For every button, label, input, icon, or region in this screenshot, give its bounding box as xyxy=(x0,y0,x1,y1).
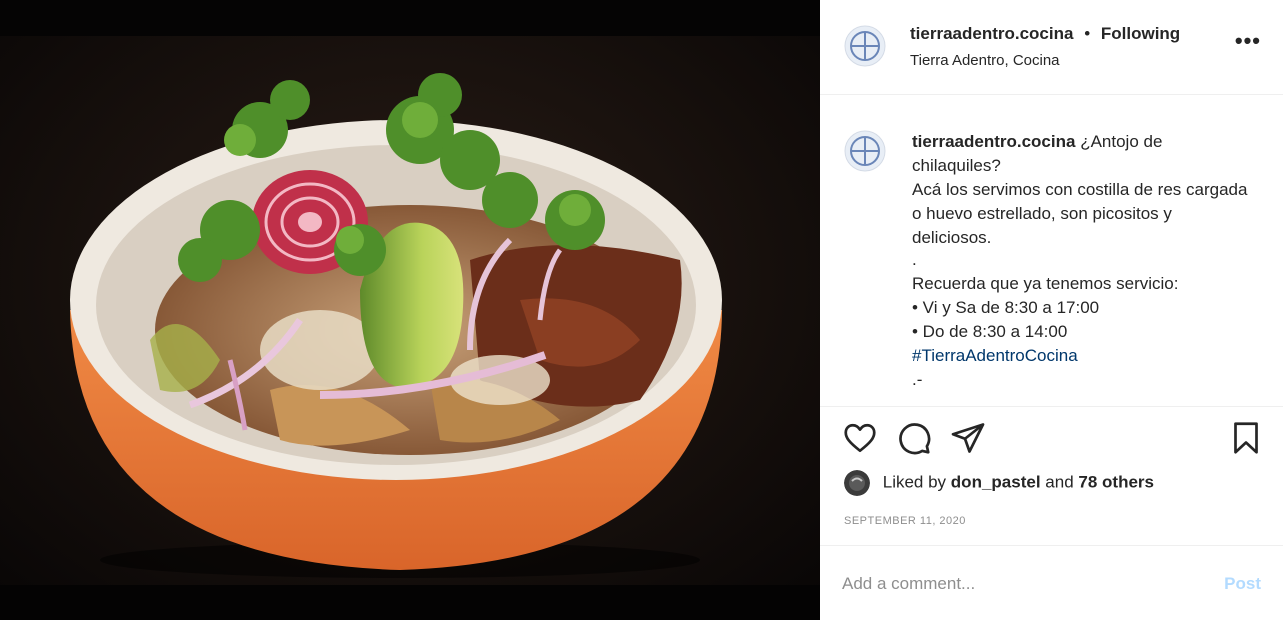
bookmark-icon[interactable] xyxy=(1228,420,1264,456)
comment-icon[interactable] xyxy=(896,420,932,456)
header-username[interactable]: tierraadentro.cocina xyxy=(910,24,1073,43)
heart-icon[interactable] xyxy=(842,420,878,456)
caption-section: tierraadentro.cocina ¿Antojo de chilaqui… xyxy=(820,94,1283,407)
post-comment-button[interactable]: Post xyxy=(1224,574,1261,594)
caption-line-6: • Do de 8:30 a 14:00 xyxy=(912,322,1068,341)
hashtag-link[interactable]: #TierraAdentroCocina xyxy=(912,344,1252,368)
caption-line-2: Acá los servimos con costilla de res car… xyxy=(912,180,1248,247)
caption-line-3: . xyxy=(912,250,917,269)
food-photo xyxy=(0,0,820,620)
header-row: tierraadentro.cocina • Following xyxy=(910,24,1180,44)
location-link[interactable]: Tierra Adentro, Cocina xyxy=(910,52,1060,69)
profile-avatar[interactable] xyxy=(844,25,886,67)
action-bar xyxy=(820,420,1283,460)
following-button[interactable]: Following xyxy=(1101,24,1180,43)
post-details-panel: tierraadentro.cocina • Following Tierra … xyxy=(820,0,1283,620)
more-options-icon[interactable]: ••• xyxy=(1235,30,1261,52)
comment-input[interactable] xyxy=(842,574,1182,594)
post-image[interactable] xyxy=(0,0,820,620)
caption-username[interactable]: tierraadentro.cocina xyxy=(912,132,1075,151)
liked-by-and: and xyxy=(1045,472,1074,492)
separator-dot: • xyxy=(1084,24,1091,43)
caption-avatar[interactable] xyxy=(844,130,886,172)
comment-bar: Post xyxy=(820,545,1283,621)
caption-line-7: .- xyxy=(912,370,923,389)
likes-summary: Liked by don_pastel and 78 others xyxy=(844,470,1154,496)
others-link[interactable]: 78 others xyxy=(1078,472,1154,491)
post-date[interactable]: SEPTEMBER 11, 2020 xyxy=(844,515,966,527)
liked-by-prefix: Liked by xyxy=(882,472,947,492)
liker-username[interactable]: don_pastel xyxy=(951,472,1041,491)
caption-line-5: • Vi y Sa de 8:30 a 17:00 xyxy=(912,298,1100,317)
liker-avatar[interactable] xyxy=(844,470,870,496)
share-icon[interactable] xyxy=(950,420,986,456)
post-header: tierraadentro.cocina • Following Tierra … xyxy=(820,0,1283,95)
caption-line-4: Recuerda que ya tenemos servicio: xyxy=(912,274,1179,293)
caption-text: tierraadentro.cocina ¿Antojo de chilaqui… xyxy=(912,130,1252,392)
